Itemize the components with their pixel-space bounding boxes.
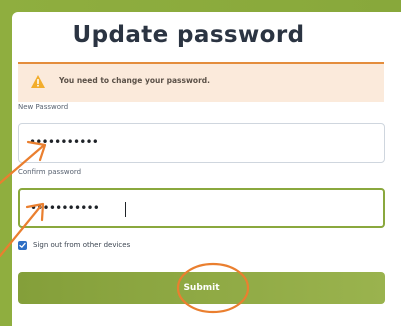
sign-out-checkbox[interactable] xyxy=(18,241,27,250)
update-password-page: Update password You need to change your … xyxy=(0,0,401,326)
alert-message: You need to change your password. xyxy=(59,76,210,85)
checkmark-icon xyxy=(19,242,26,248)
new-password-value: ••••••••••• xyxy=(29,135,99,149)
new-password-label: New Password xyxy=(18,103,69,111)
sign-out-label: Sign out from other devices xyxy=(33,241,131,249)
text-caret xyxy=(125,202,126,217)
warning-icon xyxy=(31,75,45,88)
confirm-password-value: ••••••••••• xyxy=(30,201,100,215)
confirm-password-label: Confirm password xyxy=(18,168,82,176)
new-password-input[interactable]: ••••••••••• xyxy=(18,123,385,163)
submit-button[interactable]: Submit xyxy=(18,272,385,304)
password-change-alert: You need to change your password. xyxy=(18,62,384,102)
submit-label: Submit xyxy=(183,283,220,293)
page-title: Update password xyxy=(72,22,305,48)
confirm-password-input[interactable]: ••••••••••• xyxy=(18,188,385,228)
